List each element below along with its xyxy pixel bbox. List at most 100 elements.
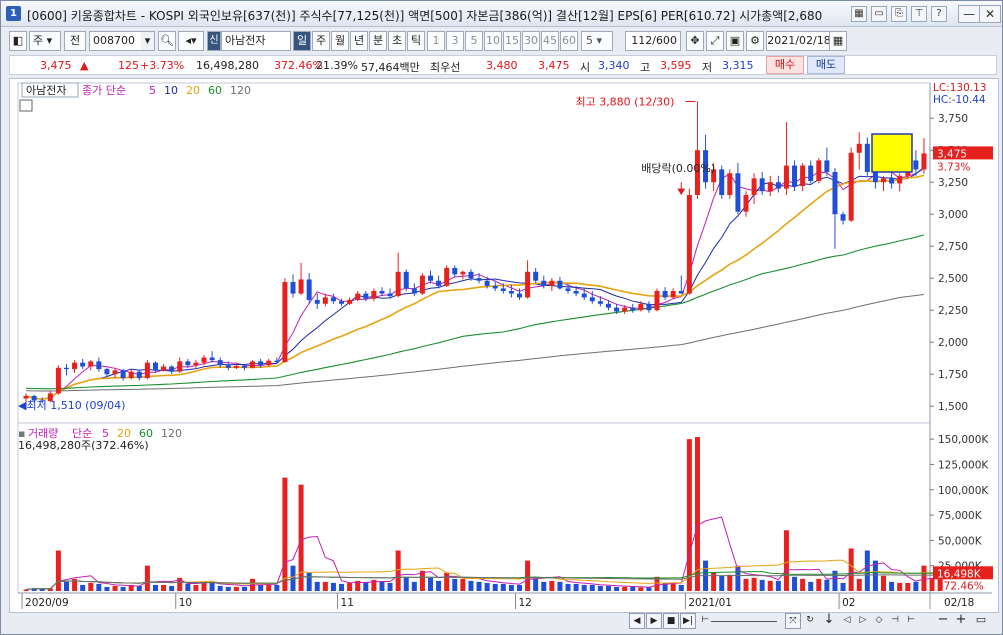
scroll-right-icon[interactable]: ▶ — [646, 613, 662, 629]
compress-icon[interactable]: ⊣ — [887, 613, 903, 629]
interval-button[interactable]: 15 — [503, 31, 521, 51]
scroll-left-icon[interactable]: ◀ — [629, 613, 645, 629]
volume-bar — [193, 584, 199, 591]
volume-bar — [500, 583, 506, 591]
candle-body — [913, 160, 919, 170]
fullscreen-icon[interactable]: ▭ — [973, 613, 989, 629]
gear-icon[interactable]: ⚙ — [746, 31, 764, 51]
candle-body — [921, 153, 927, 170]
volume-bar — [347, 582, 353, 591]
buy-button[interactable]: 매수 — [766, 56, 804, 74]
dividend-annotation: 배당락(0.00%) — [641, 162, 715, 175]
candle-body — [516, 293, 522, 298]
help-icon[interactable]: ? — [931, 6, 947, 22]
date-input[interactable]: 2021/02/18 — [766, 31, 832, 51]
candle-body — [298, 279, 304, 294]
zoom-fit-icon[interactable]: ⤧ — [785, 613, 801, 629]
candle-body — [339, 301, 345, 304]
search-icon[interactable]: 🔍︎ — [158, 31, 176, 51]
code-dropdown-icon[interactable]: ▾ — [141, 31, 155, 51]
draw-tool-icon[interactable]: ⤢ — [706, 31, 724, 51]
candle-body — [549, 280, 555, 286]
volume-bar — [686, 439, 692, 591]
candle-body — [266, 360, 272, 366]
candle-body — [824, 160, 830, 172]
current-price: 3,475 — [40, 59, 72, 72]
volume-bar — [856, 578, 862, 591]
data-count-field[interactable]: 112/600 — [625, 31, 681, 51]
sell-button[interactable]: 매도 — [807, 56, 845, 74]
period-tab[interactable]: 년 — [350, 31, 368, 51]
period-tab[interactable]: 분 — [369, 31, 387, 51]
volume-bar — [719, 575, 725, 591]
reset-icon[interactable]: ↻ — [802, 613, 818, 629]
first-icon[interactable]: ◁ — [839, 613, 855, 629]
volume-bar — [792, 576, 798, 591]
interval-button[interactable]: 45 — [541, 31, 559, 51]
volume-bar — [387, 582, 393, 591]
volume-bar — [395, 550, 401, 591]
scroll-end-icon[interactable]: ▶| — [680, 613, 696, 629]
disk-icon[interactable]: ▣ — [726, 31, 744, 51]
volume-bar — [678, 584, 684, 591]
zoom-out-button[interactable]: − — [935, 613, 951, 629]
stop-icon[interactable]: ■ — [663, 613, 679, 629]
volume-bar — [339, 583, 345, 591]
lock-icon[interactable]: ⊤ — [911, 6, 927, 22]
candle-body — [55, 367, 61, 394]
candle-body — [363, 293, 369, 299]
candle-body — [581, 293, 587, 298]
volume-bar — [759, 579, 765, 591]
zoom-slider[interactable] — [711, 621, 777, 622]
candle-body — [88, 361, 94, 367]
interval-button[interactable]: 30 — [522, 31, 540, 51]
candle-body — [727, 173, 733, 195]
volume-bar — [614, 586, 620, 591]
prev-button[interactable]: 전 — [64, 31, 86, 51]
volume-bar — [476, 581, 482, 591]
custom-interval-select[interactable]: 5 ▾ — [581, 31, 613, 51]
expand-icon[interactable]: ⊢ — [903, 613, 919, 629]
period-tab[interactable]: 월 — [331, 31, 349, 51]
interval-button[interactable]: 5 — [465, 31, 483, 51]
crosshair-icon[interactable]: ✥ — [686, 31, 704, 51]
interval-button[interactable]: 3 — [446, 31, 464, 51]
candle-body — [533, 271, 539, 281]
candle-body — [686, 195, 692, 294]
interval-button[interactable]: 60 — [560, 31, 578, 51]
period-type-select[interactable]: 주 ▾ — [29, 31, 61, 51]
speaker-icon[interactable]: ◂▾ — [178, 31, 204, 51]
volume-tick-label: 125,000K — [938, 459, 989, 471]
period-tab[interactable]: 틱 — [407, 31, 425, 51]
high-label: 고 — [640, 61, 651, 74]
volume-bar — [605, 585, 611, 591]
interval-button[interactable]: 1 — [427, 31, 445, 51]
marker-icon[interactable]: ◇ — [871, 613, 887, 629]
candle-body — [371, 291, 377, 299]
last-icon[interactable]: ▷ — [855, 613, 871, 629]
period-tab[interactable]: 일 — [293, 31, 311, 51]
candle-body — [500, 288, 506, 291]
grid-icon[interactable]: ▦ — [851, 6, 867, 22]
current-volume-pct: 372.46% — [937, 580, 984, 592]
tab-icon[interactable]: ⎘ — [891, 6, 907, 22]
price-tick-label: 3,000 — [938, 209, 968, 221]
calendar-icon[interactable]: ▦ — [829, 31, 847, 51]
volume-bar — [783, 530, 789, 591]
period-tab[interactable]: 주 — [312, 31, 330, 51]
stock-chart[interactable]: 3,7503,5003,2503,0002,7502,5002,2502,000… — [9, 78, 999, 613]
candle-body — [832, 171, 838, 215]
interval-button[interactable]: 10 — [484, 31, 502, 51]
close-button[interactable]: ✕ — [979, 5, 1001, 23]
period-tab[interactable]: 초 — [388, 31, 406, 51]
candle-body — [541, 280, 547, 286]
zoom-in-button[interactable]: + — [953, 613, 969, 629]
chart-canvas[interactable]: 3,7503,5003,2503,0002,7502,5002,2502,000… — [10, 79, 1000, 614]
save-icon[interactable]: ▭ — [871, 6, 887, 22]
minimize-button[interactable]: — — [958, 5, 980, 23]
volume-bar — [824, 579, 830, 591]
layout-icon[interactable]: ◧ — [9, 31, 27, 51]
down-arrow-icon[interactable]: ↓ — [821, 613, 837, 629]
candle-body — [678, 291, 684, 294]
volume-bar — [217, 585, 223, 591]
